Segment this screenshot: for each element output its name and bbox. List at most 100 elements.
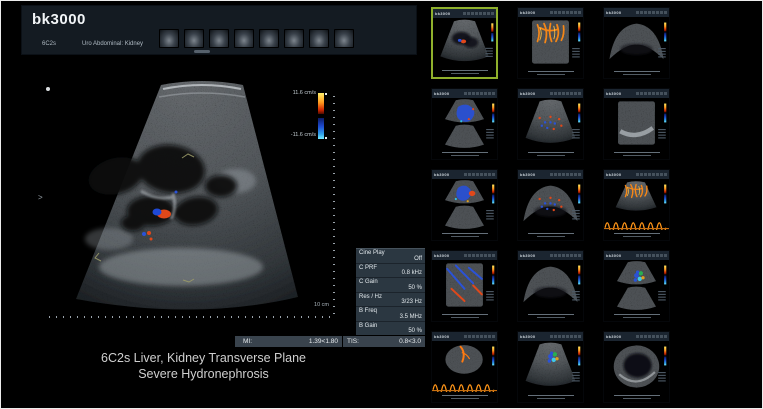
thumbnail-strip-scrollbar[interactable]	[194, 50, 210, 53]
main-ultrasound-image	[41, 71, 331, 321]
control-row-res-hz[interactable]: Res / Hz3/23 Hz	[356, 292, 425, 307]
thumbnail-caption	[518, 392, 583, 402]
thumbnail-mini-header: bk3000	[432, 89, 497, 98]
thumbnail-mini-strip	[636, 11, 667, 14]
gallery-thumbnail-11[interactable]: bk3000	[517, 250, 584, 322]
thumbnail-mini-brand: bk3000	[520, 173, 535, 177]
thumbnail-caption	[604, 392, 669, 402]
thumbnail-mini-header: bk3000	[604, 8, 669, 17]
control-row-c-prf[interactable]: C PRF0.8 kHz	[356, 263, 425, 278]
thumbnail-ultrasound-image	[518, 17, 583, 68]
mi-value: 1.39<1.80	[309, 338, 338, 345]
thumbnail-mini-brand: bk3000	[606, 11, 621, 15]
thumbnail-ultrasound-image	[604, 341, 669, 392]
header-thumbnail[interactable]	[309, 29, 329, 48]
gallery-thumbnail-5[interactable]: bk3000	[517, 88, 584, 160]
thumbnail-mini-header: bk3000	[518, 8, 583, 17]
thumbnail-mini-brand: bk3000	[434, 173, 449, 177]
gallery-thumbnail-1-selected[interactable]: bk3000	[431, 7, 498, 79]
caption-line-1: 6C2s Liver, Kidney Transverse Plane	[56, 350, 351, 366]
thumbnail-mini-header: bk3000	[604, 89, 669, 98]
thumbnail-mini-header: bk3000	[518, 332, 583, 341]
thumbnail-mini-strip	[550, 254, 581, 257]
ultrasound-app-window: bk3000 6C2s Uro Abdominal: Kidney	[0, 0, 763, 409]
thumbnail-caption	[518, 149, 583, 159]
control-row-cine-play[interactable]: Cine PlayOff	[356, 248, 425, 263]
thumbnail-mini-strip	[636, 92, 667, 95]
mi-label: MI:	[243, 338, 252, 345]
main-header-bar: bk3000 6C2s Uro Abdominal: Kidney	[21, 5, 417, 55]
thumbnail-caption	[604, 149, 669, 159]
thumbnail-mini-strip	[550, 335, 581, 338]
thumbnail-mini-brand: bk3000	[606, 173, 621, 177]
gallery-thumbnail-15[interactable]: bk3000	[603, 331, 670, 403]
gallery-thumbnail-4[interactable]: bk3000	[431, 88, 498, 160]
header-thumbnail[interactable]	[184, 29, 204, 48]
thumbnail-mini-brand: bk3000	[434, 335, 449, 339]
thumbnail-mini-strip	[463, 12, 494, 15]
control-row-c-gain[interactable]: C Gain50 %	[356, 277, 425, 292]
control-label: C PRF	[359, 265, 377, 271]
color-scale-negative	[318, 118, 324, 139]
control-value: 3.5 MHz	[400, 314, 422, 320]
thumbnail-caption	[433, 67, 496, 77]
thumbnail-mini-strip	[636, 335, 667, 338]
control-label: Res / Hz	[359, 294, 382, 300]
control-row-b-gain[interactable]: B Gain 50 %	[356, 321, 425, 336]
thumbnail-mini-strip	[636, 173, 667, 176]
header-thumbnail[interactable]	[234, 29, 254, 48]
thumbnail-mini-brand: bk3000	[606, 92, 621, 96]
orientation-caret: >	[38, 194, 43, 202]
thumbnail-mini-brand: bk3000	[435, 12, 450, 16]
thumbnail-mini-strip	[550, 92, 581, 95]
thumbnail-mini-header: bk3000	[604, 170, 669, 179]
control-label: B Gain	[359, 323, 377, 329]
control-row-b-freq[interactable]: B Freq 3.5 MHz	[356, 306, 425, 321]
gallery-thumbnail-8[interactable]: bk3000	[517, 169, 584, 241]
thumbnail-mini-header: bk3000	[518, 89, 583, 98]
thumbnail-mini-brand: bk3000	[520, 254, 535, 258]
control-label: B Freq	[359, 308, 377, 314]
gallery-thumbnail-12[interactable]: bk3000	[603, 250, 670, 322]
width-ruler	[49, 316, 331, 318]
thumbnail-mini-header: bk3000	[433, 9, 496, 18]
gallery-thumbnail-10[interactable]: bk3000	[431, 250, 498, 322]
thumbnail-ultrasound-image	[432, 260, 497, 311]
header-thumbnail[interactable]	[334, 29, 354, 48]
header-thumbnail[interactable]	[259, 29, 279, 48]
thumbnail-ultrasound-image	[604, 17, 669, 68]
thumbnail-mini-strip	[550, 11, 581, 14]
thumbnail-ultrasound-image	[518, 341, 583, 392]
gallery-thumbnail-6[interactable]: bk3000	[603, 88, 670, 160]
gallery-thumbnail-9[interactable]: bk3000	[603, 169, 670, 241]
thumbnail-caption	[432, 149, 497, 159]
thumbnail-caption	[604, 230, 669, 240]
thumbnail-mini-header: bk3000	[604, 251, 669, 260]
thumbnail-mini-brand: bk3000	[434, 92, 449, 96]
gallery-thumbnail-14[interactable]: bk3000	[517, 331, 584, 403]
gallery-thumbnail-7[interactable]: bk3000	[431, 169, 498, 241]
thumbnail-mini-header: bk3000	[432, 332, 497, 341]
thumbnail-mini-brand: bk3000	[520, 335, 535, 339]
header-thumbnail[interactable]	[209, 29, 229, 48]
header-thumbnail[interactable]	[284, 29, 304, 48]
orientation-marker-dot	[46, 87, 50, 91]
imaging-control-panel: Cine PlayOffC PRF0.8 kHzC Gain50 %Res / …	[356, 248, 425, 335]
header-thumbnail[interactable]	[159, 29, 179, 48]
thumbnail-mini-header: bk3000	[604, 332, 669, 341]
thumbnail-mini-header: bk3000	[518, 251, 583, 260]
gallery-thumbnail-13[interactable]: bk3000	[431, 331, 498, 403]
thumbnail-ultrasound-image	[604, 179, 669, 230]
thumbnail-caption	[604, 68, 669, 78]
control-value: 50 %	[408, 328, 422, 334]
control-label: C Gain	[359, 279, 378, 285]
caption-line-2: Severe Hydronephrosis	[56, 366, 351, 382]
exam-preset-label: Uro Abdominal: Kidney	[82, 41, 143, 47]
gallery-thumbnail-3[interactable]: bk3000	[603, 7, 670, 79]
acoustic-output-status-bar: MI: 1.39<1.80 TIS: 0.8<3.0	[235, 336, 425, 347]
thumbnail-caption	[518, 68, 583, 78]
thumbnail-mini-brand: bk3000	[520, 11, 535, 15]
thumbnail-mini-header: bk3000	[432, 170, 497, 179]
gallery-thumbnail-2[interactable]: bk3000	[517, 7, 584, 79]
thumbnail-caption	[432, 230, 497, 240]
